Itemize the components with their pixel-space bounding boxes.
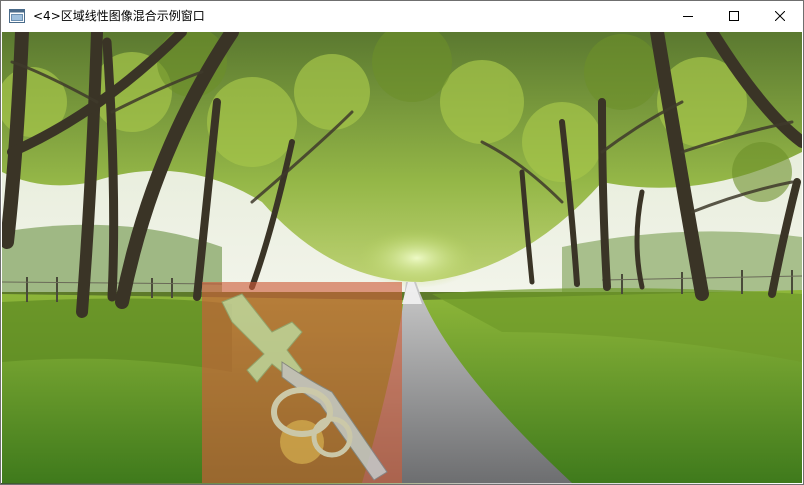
close-button[interactable] <box>757 1 803 31</box>
image-canvas <box>2 32 802 483</box>
maximize-icon <box>729 11 739 21</box>
blend-region <box>202 282 402 483</box>
window-title: <4>区域线性图像混合示例窗口 <box>33 9 205 23</box>
window-app-icon <box>9 9 25 23</box>
minimize-icon <box>683 16 693 17</box>
blended-photo <box>2 32 802 483</box>
minimize-button[interactable] <box>665 1 711 31</box>
title-bar[interactable]: <4>区域线性图像混合示例窗口 <box>1 1 803 31</box>
close-icon <box>775 11 785 21</box>
app-window: <4>区域线性图像混合示例窗口 <box>0 0 804 485</box>
maximize-button[interactable] <box>711 1 757 31</box>
